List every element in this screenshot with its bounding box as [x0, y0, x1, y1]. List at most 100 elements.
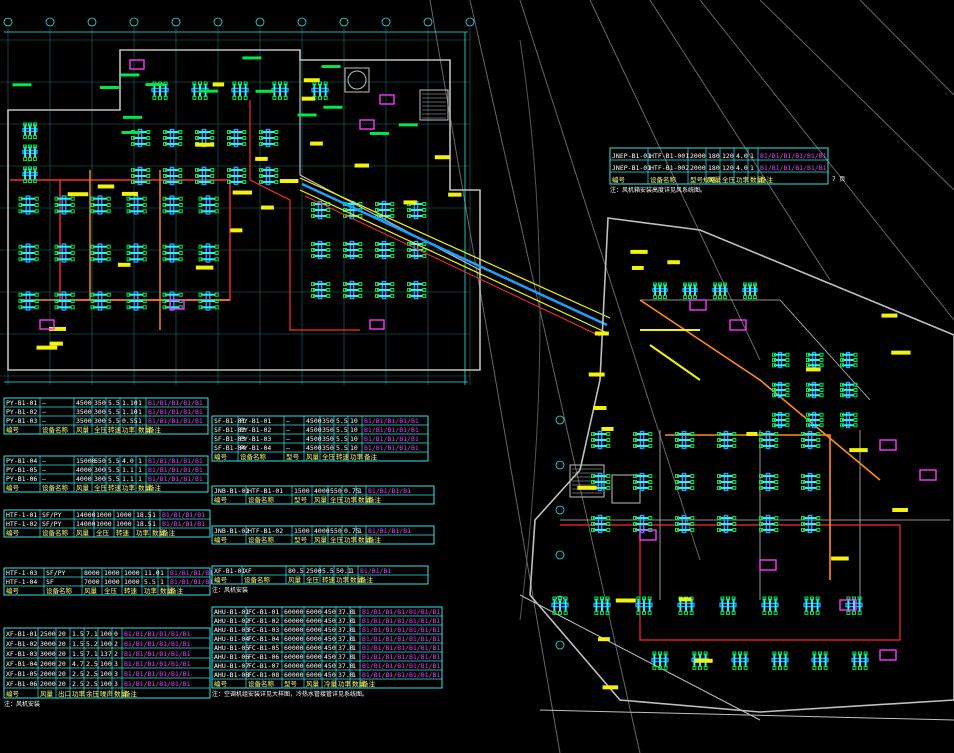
table-cell: 180 [708, 152, 720, 160]
table-cell: 4000 [76, 466, 92, 474]
table-cell: 1.5 [72, 650, 84, 658]
table-cell: 备注 [368, 535, 382, 544]
table-cell: 1 [352, 662, 356, 670]
table-cell: B1/B1/B1/B1/B1/B1/B1 [362, 662, 440, 670]
table-cell: 4000 [76, 475, 92, 483]
table-cell: 1500 [294, 487, 310, 495]
table-footnote: 注：风机安装 [212, 586, 248, 594]
table-cell: 2.5 [86, 660, 98, 668]
duct-size-tag [97, 184, 115, 189]
table-cell: 功率 [338, 679, 352, 688]
duct-size-tag [279, 179, 299, 184]
table-cell: HTF-B1-001 [650, 152, 689, 160]
table-cell: 1000 [124, 578, 140, 586]
table-cell: 型号 [294, 495, 308, 504]
table-cell: 1000 [104, 569, 120, 577]
table-cell: 备注 [170, 586, 184, 595]
duct-size-tag [310, 141, 323, 146]
table-cell: 功率 [144, 586, 158, 595]
duct-size-tag [746, 431, 758, 436]
table-cell: 10 [350, 435, 358, 443]
duct-size-tag [598, 637, 610, 642]
table-cell: B1/B1/B1/B1 [368, 487, 411, 495]
table-cell: 余压 [86, 689, 100, 698]
table-cell: 全压 [722, 175, 736, 184]
table-cell: 5.5 [108, 466, 120, 474]
table-cell: 1 [138, 417, 142, 425]
table-cell: 风量 [288, 576, 302, 584]
table-cell: 风量 [76, 484, 90, 492]
table-cell: 全压 [306, 575, 320, 584]
table-cell: 350 [322, 426, 334, 434]
table-cell: 1 [750, 152, 754, 160]
table-cell: 转速 [108, 425, 122, 434]
table-cell: 60000 [284, 617, 304, 625]
table-cell: FC-B1-02 [248, 617, 279, 625]
table-cell: 100 [100, 640, 112, 648]
table-cell: PY-B1-01 [6, 399, 37, 407]
table-cell: 5.5 [108, 457, 120, 465]
table-cell: 20 [58, 670, 66, 678]
table-cell: 全压 [94, 483, 108, 492]
table-cell: 10 [350, 444, 358, 452]
table-cell: 5.5 [108, 417, 120, 425]
table-cell: 冷量 [324, 679, 338, 688]
table-cell: 1.10 [122, 408, 138, 416]
table-cell: 风量 [708, 176, 722, 184]
table-cell: 14000 [76, 520, 96, 528]
table-cell: 1 [138, 457, 142, 465]
table-cell: 550 [330, 487, 342, 495]
table-cell: HTF-B1-02 [248, 527, 283, 535]
table-cell: 100 [100, 670, 112, 678]
table-cell: 风量 [314, 496, 328, 504]
table-cell: 出口 [58, 689, 71, 698]
duct-size-tag [67, 192, 89, 197]
duct-size-tag [667, 260, 680, 265]
table-cell: 6000 [306, 671, 322, 679]
table-cell: 备注 [124, 689, 138, 698]
table-cell: 20 [58, 660, 66, 668]
table-cell: 备注 [148, 425, 162, 434]
table-cell: 650 [94, 457, 106, 465]
table-cell: AHU-B1-01 [214, 608, 249, 616]
table-cell: — [42, 466, 46, 474]
room-label [12, 83, 32, 87]
table-cell: 60000 [284, 653, 304, 661]
table-cell: 功率 [344, 495, 358, 504]
table-cell: 2000 [40, 680, 56, 688]
table-cell: 450 [324, 626, 336, 634]
table-cell: 15000 [76, 457, 96, 465]
table-cell: 功率 [344, 535, 358, 544]
table-cell: PY-B1-01 [240, 417, 271, 425]
table-cell: 300 [94, 466, 106, 474]
table-cell: 全压 [96, 528, 110, 537]
duct-size-tag [121, 191, 138, 196]
room-label [99, 85, 119, 89]
table-cell: HTF-1-02 [6, 520, 37, 528]
table-cell: 1.10 [122, 399, 138, 407]
table-cell: 功率 [72, 689, 86, 698]
table-cell: AHU-B1-08 [214, 671, 249, 679]
duct-size-tag [303, 78, 320, 83]
table-cell: XF-B1-01 [214, 567, 245, 575]
table-cell: B1/B1/B1/B1/B1 [364, 417, 419, 425]
table-footnote: 注：风机箱安装高度详见风系统图。 [610, 186, 706, 194]
table-cell: 1.5 [72, 630, 84, 638]
table-cell: 550 [330, 527, 342, 535]
room-label [297, 113, 317, 117]
table-cell: B1/B1/B1/B1/B1/B1/B1 [362, 671, 440, 679]
table-cell: 10 [350, 426, 358, 434]
table-footnote: 注：风机安装 [4, 700, 40, 708]
table-cell: 350 [322, 435, 334, 443]
table-cell: 2.5 [72, 680, 84, 688]
table-cell: B1/B1/B1/B1/B1 [148, 417, 203, 425]
table-cell: 设备名称 [650, 175, 677, 184]
table-cell: 350 [322, 417, 334, 425]
table-cell: 编号 [6, 483, 20, 492]
table-cell: 4.7 [72, 660, 84, 668]
table-cell: 功率 [136, 528, 150, 537]
table-cell: 3000 [40, 650, 56, 658]
table-cell: 2 [114, 640, 118, 648]
table-cell: 1 [352, 626, 356, 634]
table-cell: 转速 [108, 483, 122, 492]
